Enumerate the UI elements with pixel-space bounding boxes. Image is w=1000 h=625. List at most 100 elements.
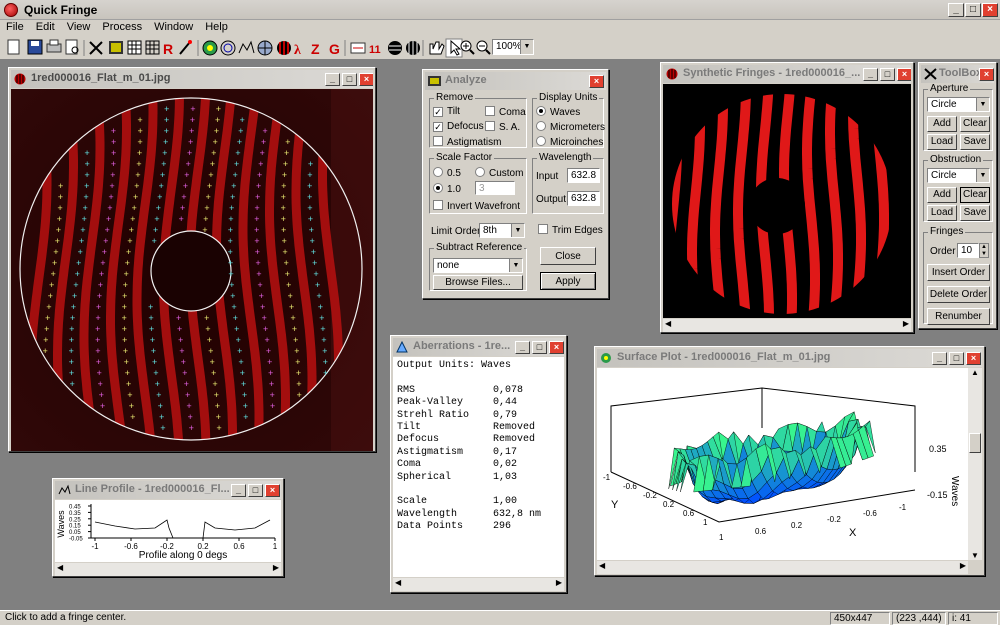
close-button[interactable]: × bbox=[966, 352, 981, 365]
close-button[interactable]: × bbox=[979, 68, 994, 81]
delete-order-button[interactable]: Delete Order bbox=[927, 286, 990, 303]
menu-help[interactable]: Help bbox=[199, 20, 234, 34]
output-wavelength-field[interactable]: 632.8 bbox=[567, 191, 600, 206]
svg-text:+: + bbox=[259, 149, 264, 159]
maximize-button[interactable]: □ bbox=[949, 352, 964, 365]
aperture-clear-button[interactable]: Clear bbox=[960, 116, 990, 132]
svg-text:-0.2: -0.2 bbox=[827, 515, 841, 524]
minimize-button[interactable]: _ bbox=[948, 3, 964, 17]
scale-10-radio[interactable]: 1.0 bbox=[433, 183, 461, 195]
close-button[interactable]: × bbox=[982, 3, 998, 17]
toolbox-window[interactable]: ToolBox × Aperture Circle ▼ Add Clear Loa… bbox=[918, 62, 997, 329]
aberrations-window[interactable]: Aberrations - 1re... _ □ × Output Units: W… bbox=[390, 335, 567, 593]
horizontal-scrollbar[interactable]: ◀ ▶ bbox=[393, 577, 564, 591]
custom-radio[interactable]: Custom bbox=[475, 167, 523, 179]
image-window[interactable]: 1red000016_Flat_m_01.jpg _ □ × + + + + + + + + + + +… bbox=[8, 67, 376, 452]
custom-scale-input[interactable]: 3 bbox=[475, 181, 515, 195]
defocus-checkbox[interactable]: ✓ Defocus bbox=[433, 121, 484, 132]
horizontal-scrollbar[interactable]: ◀ ▶ bbox=[55, 562, 281, 576]
maximize-button[interactable]: □ bbox=[880, 68, 895, 81]
browse-files-button[interactable]: Browse Files... bbox=[433, 275, 523, 290]
aberration-row: Strehl Ratio 0,79 bbox=[397, 409, 518, 421]
subtract-reference-select[interactable]: none ▼ bbox=[433, 258, 523, 273]
obstruction-save-button[interactable]: Save bbox=[960, 205, 990, 221]
obstruction-select[interactable]: Circle ▼ bbox=[927, 168, 990, 183]
close-button[interactable]: × bbox=[897, 68, 911, 81]
minimize-button[interactable]: _ bbox=[863, 68, 878, 81]
analyze-titlebar[interactable]: Analyze × bbox=[425, 72, 606, 90]
maximize-button[interactable]: □ bbox=[965, 3, 981, 17]
minimize-button[interactable]: _ bbox=[515, 341, 530, 354]
maximize-button[interactable]: □ bbox=[342, 73, 357, 86]
aperture-select[interactable]: Circle ▼ bbox=[927, 97, 990, 112]
scale-05-radio[interactable]: 0.5 bbox=[433, 167, 461, 179]
waves-radio[interactable]: Waves bbox=[536, 106, 580, 118]
horizontal-scrollbar[interactable]: ◀ ▶ bbox=[663, 318, 911, 332]
apply-button[interactable]: Apply bbox=[540, 272, 596, 290]
maximize-button[interactable]: □ bbox=[532, 341, 547, 354]
app-titlebar: Quick Fringe _ □ × bbox=[0, 0, 1000, 20]
close-button[interactable]: × bbox=[265, 484, 280, 497]
maximize-button[interactable]: □ bbox=[248, 484, 263, 497]
menu-process[interactable]: Process bbox=[96, 20, 148, 34]
svg-text:+: + bbox=[58, 193, 63, 203]
synthetic-fringe-image bbox=[663, 84, 911, 319]
invert-wavefront-checkbox[interactable]: Invert Wavefront bbox=[433, 200, 520, 212]
renumber-button[interactable]: Renumber bbox=[927, 308, 990, 325]
obstruction-add-button[interactable]: Add bbox=[927, 187, 957, 203]
aperture-load-button[interactable]: Load bbox=[927, 134, 957, 150]
menu-window[interactable]: Window bbox=[148, 20, 199, 34]
synthetic-fringes-window[interactable]: Synthetic Fringes - 1red000016_... _ □ × ◀… bbox=[660, 62, 914, 333]
close-button[interactable]: × bbox=[549, 341, 564, 354]
zoom-select[interactable]: 100% ▼ bbox=[492, 39, 534, 55]
analyze-dialog[interactable]: Analyze × Remove ✓ Tilt Coma ✓ Defocus S. … bbox=[422, 69, 609, 299]
svg-text:+: + bbox=[256, 270, 261, 280]
menu-edit[interactable]: Edit bbox=[30, 20, 61, 34]
svg-text:+: + bbox=[124, 270, 129, 280]
svg-text:+: + bbox=[42, 347, 47, 357]
menu-view[interactable]: View bbox=[61, 20, 97, 34]
minimize-button[interactable]: _ bbox=[325, 73, 340, 86]
analyze-icon bbox=[202, 40, 218, 56]
menu-file[interactable]: File bbox=[0, 20, 30, 34]
microinches-radio[interactable]: Microinches bbox=[536, 136, 603, 148]
minimize-button[interactable]: _ bbox=[231, 484, 246, 497]
wavelength-group: Wavelength Input 632.8 Output 632.8 bbox=[532, 152, 604, 214]
svg-text:+: + bbox=[108, 193, 113, 203]
aperture-add-button[interactable]: Add bbox=[927, 116, 957, 132]
obstruction-clear-button[interactable]: Clear bbox=[960, 187, 990, 203]
svg-text:+: + bbox=[164, 116, 169, 126]
svg-text:+: + bbox=[183, 182, 188, 192]
line-profile-window[interactable]: Line Profile - 1red000016_Fl... _ □ × Wave… bbox=[52, 478, 284, 577]
astigmatism-checkbox[interactable]: Astigmatism bbox=[433, 136, 501, 148]
surface-plot-window[interactable]: Surface Plot - 1red000016_Flat_m_01.jpg … bbox=[594, 346, 985, 576]
aperture-save-button[interactable]: Save bbox=[960, 134, 990, 150]
horizontal-scrollbar[interactable]: ◀ ▶ bbox=[597, 560, 968, 574]
svg-text:+: + bbox=[164, 105, 169, 115]
synthetic-titlebar[interactable]: Synthetic Fringes - 1red000016_... _ □ × bbox=[663, 65, 911, 83]
micrometers-radio[interactable]: Micrometers bbox=[536, 121, 605, 133]
line-profile-titlebar[interactable]: Line Profile - 1red000016_Fl... _ □ × bbox=[55, 481, 281, 499]
toolbox-titlebar[interactable]: ToolBox × bbox=[921, 65, 994, 83]
tilt-checkbox[interactable]: ✓ Tilt bbox=[433, 106, 460, 117]
fringe-image[interactable]: ++++++++++++++++++++++++++++++++++++++++… bbox=[11, 89, 373, 451]
sa-checkbox[interactable]: S. A. bbox=[485, 121, 520, 133]
insert-order-button[interactable]: Insert Order bbox=[927, 264, 990, 281]
close-button[interactable]: × bbox=[359, 73, 373, 86]
aberrations-titlebar[interactable]: Aberrations - 1re... _ □ × bbox=[393, 338, 564, 356]
minimize-button[interactable]: _ bbox=[932, 352, 947, 365]
toolbar-icons[interactable]: R λ Z G 11 bbox=[0, 36, 560, 60]
surface-plot-titlebar[interactable]: Surface Plot - 1red000016_Flat_m_01.jpg … bbox=[597, 349, 982, 367]
obstruction-load-button[interactable]: Load bbox=[927, 205, 957, 221]
coma-checkbox[interactable]: Coma bbox=[485, 106, 526, 118]
input-wavelength-field[interactable]: 632.8 bbox=[567, 168, 600, 183]
close-dialog-button[interactable]: Close bbox=[540, 247, 596, 265]
trim-edges-checkbox[interactable]: Trim Edges bbox=[538, 224, 603, 236]
order-spinner[interactable]: ▲ ▼ bbox=[979, 243, 989, 258]
close-button[interactable]: × bbox=[589, 75, 604, 88]
limit-order-select[interactable]: 8th ▼ bbox=[479, 223, 525, 238]
vertical-scrollbar[interactable]: ▲ ▼ bbox=[968, 368, 982, 560]
image-window-titlebar[interactable]: 1red000016_Flat_m_01.jpg _ □ × bbox=[11, 70, 373, 88]
order-input[interactable]: 10 bbox=[957, 243, 979, 258]
svg-text:-1: -1 bbox=[91, 542, 99, 551]
